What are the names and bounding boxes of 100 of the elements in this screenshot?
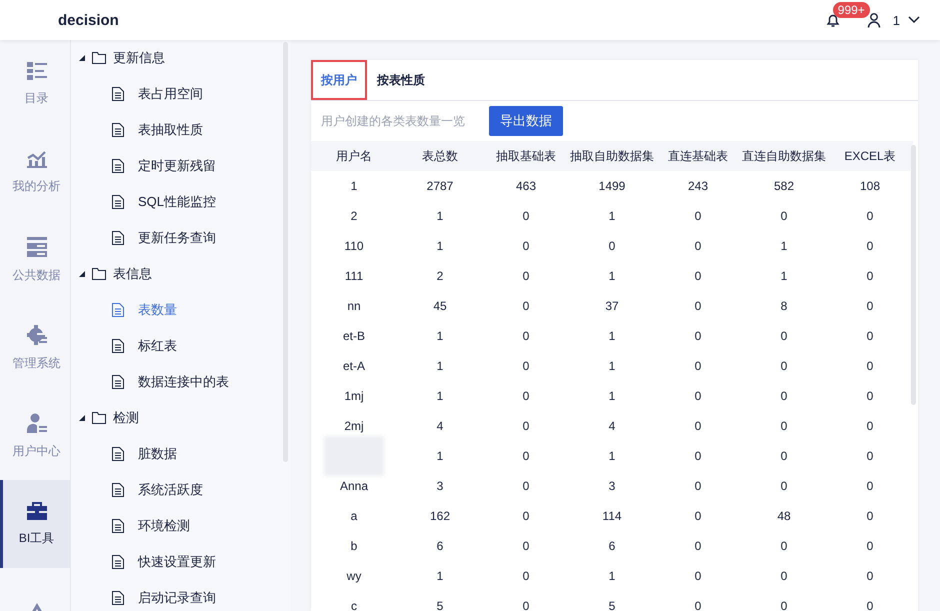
table-cell: 0	[694, 419, 702, 433]
table-cell: 0	[866, 599, 874, 611]
item-label: 标红表	[138, 337, 177, 355]
table-cell: nn	[347, 299, 361, 313]
item-label: 脏数据	[138, 445, 177, 463]
table-cell: 0	[694, 449, 702, 463]
chevron-down-icon[interactable]	[908, 16, 920, 24]
tree-folder[interactable]: 检测	[71, 400, 291, 436]
table-cell: 0	[866, 539, 874, 553]
table-cell: 0	[522, 239, 530, 253]
user-name[interactable]: 1	[892, 12, 900, 28]
table-cell: 0	[866, 209, 874, 223]
folder-icon	[92, 268, 106, 280]
table-cell: 0	[866, 389, 874, 403]
table-cell: 0	[522, 569, 530, 583]
tree-item[interactable]: 数据连接中的表	[71, 364, 291, 400]
document-icon	[112, 123, 124, 137]
table-cell: 582	[774, 179, 794, 193]
table-cell: wy	[346, 569, 362, 583]
table-cell: 1	[608, 269, 616, 283]
table-cell: Anna	[340, 479, 368, 493]
document-icon	[112, 303, 124, 317]
table-cell: 0	[694, 329, 702, 343]
column-header: 用户名	[311, 141, 397, 171]
scrollbar[interactable]	[911, 145, 916, 405]
folder-icon	[92, 412, 106, 424]
tree-item[interactable]: 系统活跃度	[71, 472, 291, 508]
tree-item[interactable]: 环境检测	[71, 508, 291, 544]
tree-item[interactable]: SQL性能监控	[71, 184, 291, 220]
table-cell: 0	[780, 449, 788, 463]
tab[interactable]: 按表性质	[367, 60, 435, 100]
rail-item[interactable]: BI工具	[0, 480, 70, 568]
table-cell: 0	[522, 359, 530, 373]
table-cell: et-A	[342, 359, 365, 373]
document-icon	[112, 159, 124, 173]
export-button[interactable]: 导出数据	[489, 106, 563, 136]
table-cell: 0	[866, 449, 874, 463]
table-cell: 2	[350, 209, 358, 223]
scrollbar[interactable]	[283, 42, 288, 462]
tree-item[interactable]: 快速设置更新	[71, 544, 291, 580]
table-cell: 1	[350, 179, 358, 193]
table-cell: 0	[522, 299, 530, 313]
table-cell: 0	[866, 479, 874, 493]
column-header: 直连基础表	[655, 141, 741, 171]
table-cell: 0	[694, 299, 702, 313]
tree-item[interactable]: 表占用空间	[71, 76, 291, 112]
table-cell: 463	[516, 179, 536, 193]
tree-item[interactable]: 定时更新残留	[71, 148, 291, 184]
tree-item[interactable]: 表抽取性质	[71, 112, 291, 148]
tree-item[interactable]: 更新任务查询	[71, 220, 291, 256]
table-cell: 8	[780, 299, 788, 313]
table-cell: 0	[522, 329, 530, 343]
tree-folder[interactable]: 表信息	[71, 256, 291, 292]
table-cell: 0	[694, 359, 702, 373]
item-label: 系统活跃度	[138, 481, 203, 499]
item-label: 表占用空间	[138, 85, 203, 103]
item-label: 快速设置更新	[138, 553, 216, 571]
user-icon[interactable]	[866, 12, 881, 28]
folder-label: 检测	[113, 409, 139, 427]
table-cell: 1	[436, 209, 444, 223]
document-icon	[112, 519, 124, 533]
table-cell: 0	[780, 389, 788, 403]
document-icon	[112, 195, 124, 209]
table-cell: 1mj	[344, 389, 364, 403]
rail-label: 我的分析	[12, 178, 60, 194]
tree-item[interactable]: 标红表	[71, 328, 291, 364]
table-cell: 0	[522, 509, 530, 523]
table-cell: 0	[694, 269, 702, 283]
tree-folder[interactable]: 更新信息	[71, 40, 291, 76]
tree-item[interactable]: 表数量	[71, 292, 291, 328]
tab[interactable]: 按用户	[311, 60, 367, 100]
table-cell: 0	[694, 509, 702, 523]
table-cell: 1499	[598, 179, 626, 193]
table-cell: 1	[608, 359, 616, 373]
table-cell: 110	[344, 239, 364, 253]
table-cell: 0	[780, 209, 788, 223]
table-cell: 1	[608, 389, 616, 403]
table-cell: 2787	[426, 179, 454, 193]
document-icon	[112, 447, 124, 461]
table-cell: 0	[866, 569, 874, 583]
table-cell: 0	[780, 539, 788, 553]
table-cell: et-B	[342, 329, 365, 343]
item-label: 更新任务查询	[138, 229, 216, 247]
table-cell: 6	[436, 539, 444, 553]
table-cell: 48	[777, 509, 791, 523]
tree-item[interactable]: 启动记录查询	[71, 580, 291, 611]
table-cell: b	[350, 539, 358, 553]
table-cell: c	[351, 599, 357, 611]
column-header: 抽取基础表	[483, 141, 569, 171]
table-cell: 1	[608, 209, 616, 223]
rail-label: 管理系统	[12, 354, 60, 372]
table-cell: 3	[436, 479, 444, 493]
table-cell: 1	[780, 239, 788, 253]
rail-label: 用户中心	[12, 442, 60, 460]
table-cell: 0	[866, 419, 874, 433]
table-cell: 0	[780, 419, 788, 433]
item-label: 表抽取性质	[138, 121, 203, 139]
column-header: 直连自助数据集	[741, 141, 827, 171]
tree-item[interactable]: 脏数据	[71, 436, 291, 472]
document-icon	[112, 339, 124, 353]
